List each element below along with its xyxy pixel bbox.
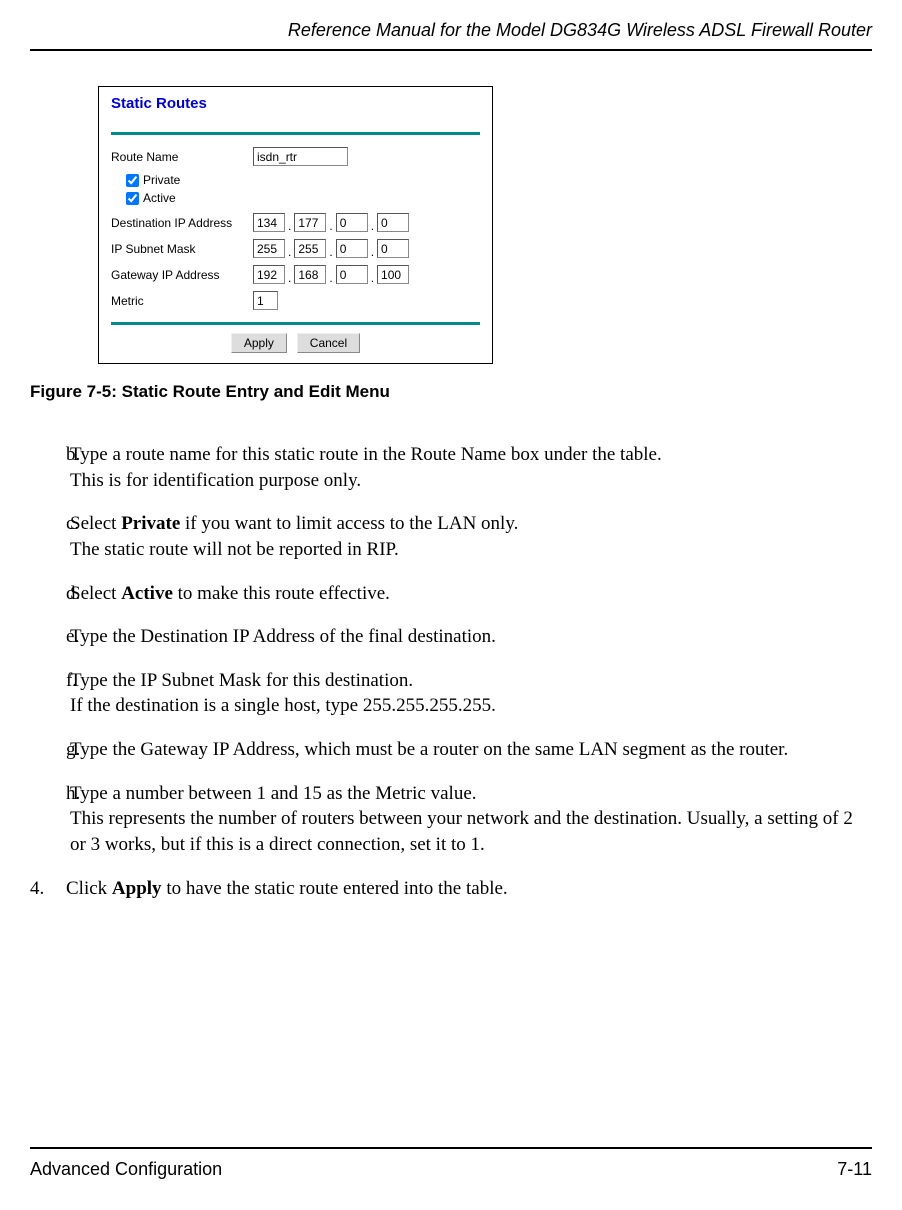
- footer-rule: [30, 1147, 872, 1149]
- step-c: c. Select Private if you want to limit a…: [30, 511, 872, 562]
- step-marker: c.: [30, 511, 70, 562]
- gateway-label: Gateway IP Address: [111, 268, 253, 282]
- subnet-label: IP Subnet Mask: [111, 242, 253, 256]
- apply-button[interactable]: Apply: [231, 333, 287, 353]
- step-prefix: Click: [66, 878, 112, 899]
- step-content: Type a route name for this static route …: [70, 442, 872, 493]
- step-line2: The static route will not be reported in…: [70, 539, 399, 560]
- subnet-octet-1[interactable]: [253, 239, 285, 258]
- step-marker: 4.: [30, 876, 66, 902]
- gateway-octet-3[interactable]: [336, 265, 368, 284]
- step-line1: Type a number between 1 and 15 as the Me…: [70, 783, 477, 804]
- step-prefix: Select: [70, 513, 121, 534]
- page-header: Reference Manual for the Model DG834G Wi…: [30, 20, 872, 41]
- step-marker: d.: [30, 581, 70, 607]
- active-row: Active: [126, 191, 480, 205]
- step-bold: Active: [121, 583, 173, 604]
- step-prefix: Select: [70, 583, 121, 604]
- footer-left: Advanced Configuration: [30, 1159, 222, 1180]
- subnet-octet-4[interactable]: [377, 239, 409, 258]
- step-content: Type the IP Subnet Mask for this destina…: [70, 668, 872, 719]
- ip-dot: .: [288, 245, 291, 259]
- step-content: Type a number between 1 and 15 as the Me…: [70, 781, 872, 858]
- step-e: e. Type the Destination IP Address of th…: [30, 624, 872, 650]
- ip-dot: .: [329, 271, 332, 285]
- step-marker: b.: [30, 442, 70, 493]
- metric-row: Metric: [111, 291, 480, 310]
- metric-input[interactable]: [253, 291, 278, 310]
- footer-right: 7-11: [837, 1159, 872, 1180]
- step-suffix: if you want to limit access to the LAN o…: [180, 513, 518, 534]
- dest-ip-octet-3[interactable]: [336, 213, 368, 232]
- static-routes-screenshot: Static Routes Route Name Private Active …: [98, 86, 493, 364]
- step-4: 4. Click Apply to have the static route …: [30, 876, 872, 902]
- step-content: Select Private if you want to limit acce…: [70, 511, 872, 562]
- route-name-row: Route Name: [111, 147, 480, 166]
- step-g: g. Type the Gateway IP Address, which mu…: [30, 737, 872, 763]
- private-checkbox[interactable]: [126, 174, 139, 187]
- gateway-octet-2[interactable]: [294, 265, 326, 284]
- step-marker: h.: [30, 781, 70, 858]
- step-suffix: to have the static route entered into th…: [162, 878, 508, 899]
- divider: [111, 322, 480, 325]
- subnet-octet-2[interactable]: [294, 239, 326, 258]
- step-marker: f.: [30, 668, 70, 719]
- footer-row: Advanced Configuration 7-11: [30, 1159, 872, 1180]
- step-bold: Private: [121, 513, 180, 534]
- ip-dot: .: [371, 219, 374, 233]
- step-content: Type the Destination IP Address of the f…: [70, 624, 872, 650]
- step-content: Select Active to make this route effecti…: [70, 581, 872, 607]
- ip-dot: .: [371, 245, 374, 259]
- header-rule: [30, 49, 872, 51]
- instruction-list: b. Type a route name for this static rou…: [30, 442, 872, 901]
- gateway-octet-4[interactable]: [377, 265, 409, 284]
- step-suffix: to make this route effective.: [173, 583, 390, 604]
- route-name-label: Route Name: [111, 150, 253, 164]
- button-row: Apply Cancel: [111, 333, 480, 353]
- route-name-input[interactable]: [253, 147, 348, 166]
- divider: [111, 132, 480, 135]
- step-content: Click Apply to have the static route ent…: [66, 876, 872, 902]
- ip-dot: .: [329, 219, 332, 233]
- figure-caption: Figure 7-5: Static Route Entry and Edit …: [30, 382, 872, 402]
- ip-dot: .: [371, 271, 374, 285]
- dest-ip-row: Destination IP Address . . .: [111, 213, 480, 232]
- ip-dot: .: [329, 245, 332, 259]
- gateway-row: Gateway IP Address . . .: [111, 265, 480, 284]
- active-label: Active: [143, 191, 176, 205]
- active-checkbox[interactable]: [126, 192, 139, 205]
- subnet-row: IP Subnet Mask . . .: [111, 239, 480, 258]
- metric-label: Metric: [111, 294, 253, 308]
- step-d: d. Select Active to make this route effe…: [30, 581, 872, 607]
- step-content: Type the Gateway IP Address, which must …: [70, 737, 872, 763]
- step-b: b. Type a route name for this static rou…: [30, 442, 872, 493]
- page-footer: Advanced Configuration 7-11: [30, 1147, 872, 1180]
- step-line2: This is for identification purpose only.: [70, 470, 361, 491]
- step-marker: e.: [30, 624, 70, 650]
- private-label: Private: [143, 173, 180, 187]
- ip-dot: .: [288, 271, 291, 285]
- dest-ip-octet-2[interactable]: [294, 213, 326, 232]
- screenshot-title: Static Routes: [111, 95, 480, 112]
- step-line2: If the destination is a single host, typ…: [70, 695, 496, 716]
- step-marker: g.: [30, 737, 70, 763]
- ip-dot: .: [288, 219, 291, 233]
- dest-ip-octet-1[interactable]: [253, 213, 285, 232]
- step-line1: Type a route name for this static route …: [70, 444, 662, 465]
- step-line1: Type the IP Subnet Mask for this destina…: [70, 670, 413, 691]
- step-bold: Apply: [112, 878, 162, 899]
- step-h: h. Type a number between 1 and 15 as the…: [30, 781, 872, 858]
- subnet-octet-3[interactable]: [336, 239, 368, 258]
- dest-ip-octet-4[interactable]: [377, 213, 409, 232]
- step-line2: This represents the number of routers be…: [70, 808, 853, 855]
- dest-ip-label: Destination IP Address: [111, 216, 253, 230]
- step-f: f. Type the IP Subnet Mask for this dest…: [30, 668, 872, 719]
- cancel-button[interactable]: Cancel: [297, 333, 360, 353]
- private-row: Private: [126, 173, 480, 187]
- gateway-octet-1[interactable]: [253, 265, 285, 284]
